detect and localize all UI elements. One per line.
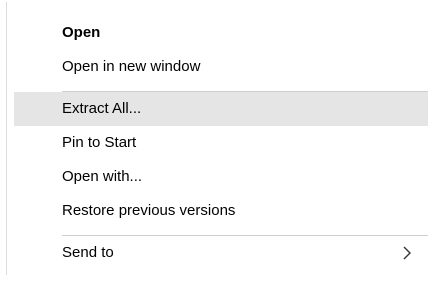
menu-item-pin-to-start[interactable]: Pin to Start [14, 126, 428, 160]
menu-spacer [14, 84, 428, 91]
window-edge-line [6, 2, 7, 275]
menu-item-extract-all[interactable]: Extract All... [14, 92, 428, 126]
menu-item-send-to-label: Send to [62, 244, 114, 261]
menu-item-restore-previous-versions[interactable]: Restore previous versions [14, 194, 428, 228]
menu-item-open-with[interactable]: Open with... [14, 160, 428, 194]
chevron-right-icon [402, 236, 412, 270]
menu-item-open[interactable]: Open [14, 16, 428, 50]
menu-item-send-to[interactable]: Send to [14, 236, 428, 270]
menu-spacer [14, 228, 428, 235]
context-menu: Open Open in new window Extract All... P… [14, 16, 428, 270]
menu-item-open-in-new-window[interactable]: Open in new window [14, 50, 428, 84]
